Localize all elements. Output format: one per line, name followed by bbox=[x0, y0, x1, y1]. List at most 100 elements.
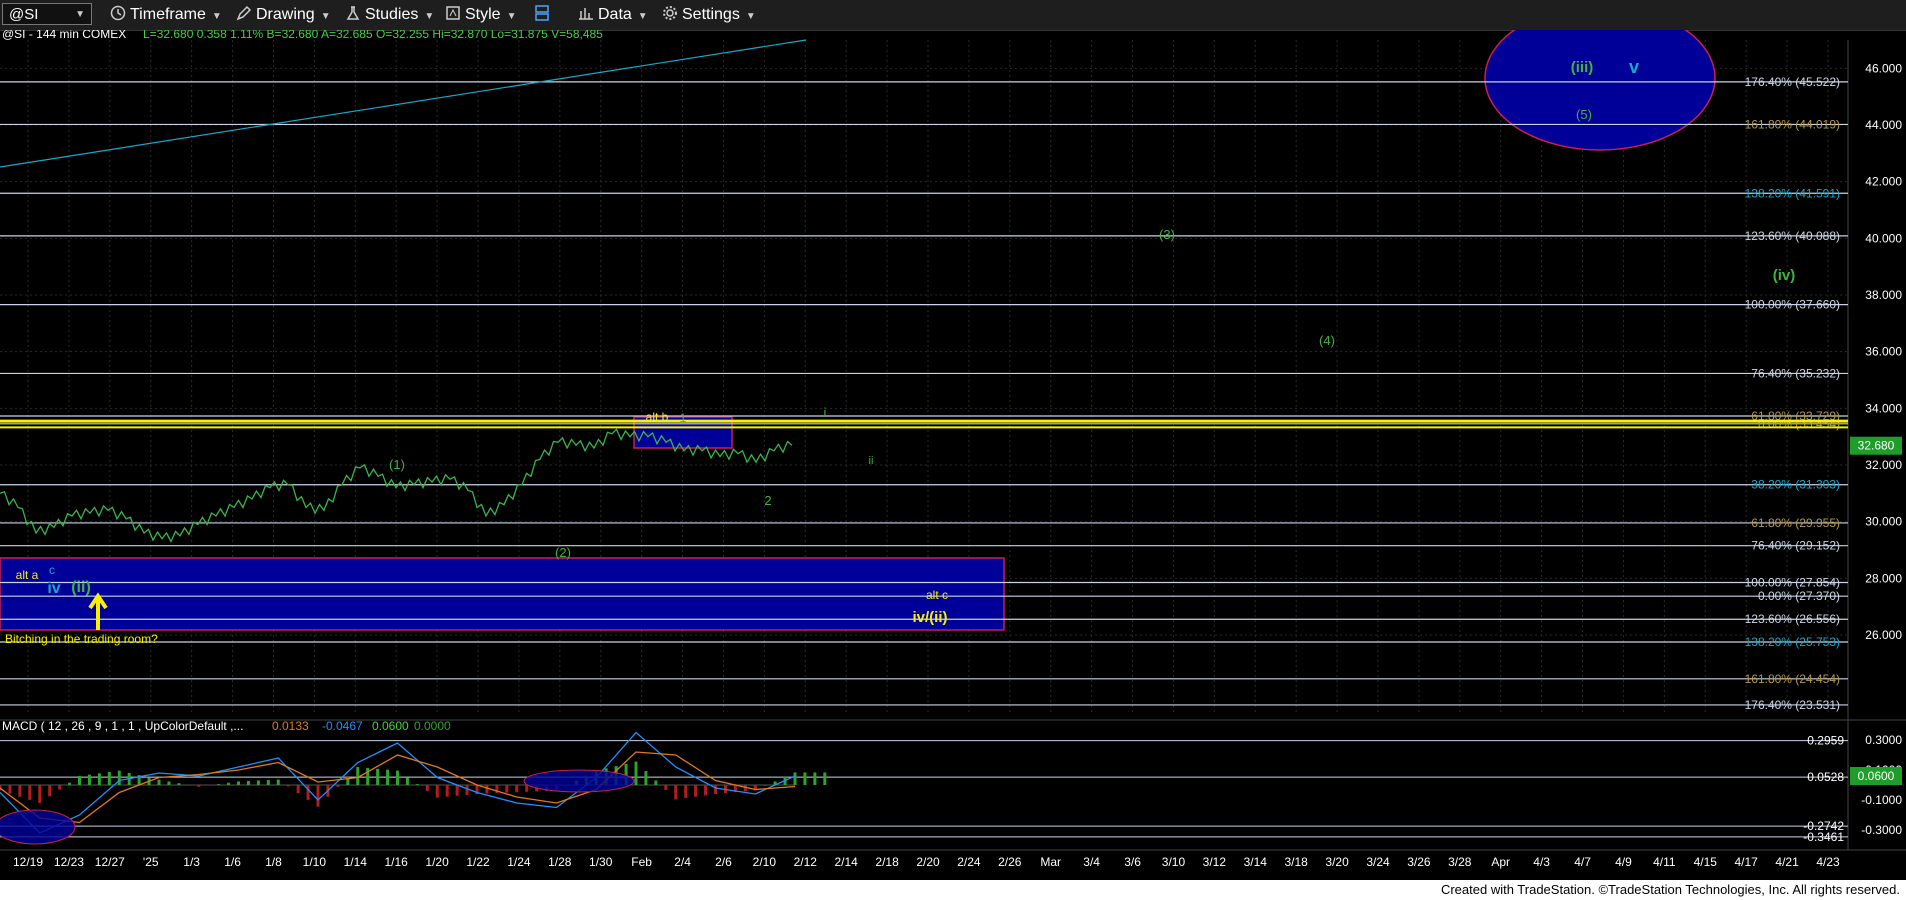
x-tick-label: 2/14 bbox=[835, 855, 859, 869]
data-menu[interactable]: Data ▼ bbox=[578, 4, 648, 26]
fib-level-label: 100.00% (27.854) bbox=[1745, 575, 1840, 589]
wave-label: (iv) bbox=[1773, 267, 1796, 284]
wave-label: (3) bbox=[1159, 227, 1175, 242]
x-tick-label: 1/20 bbox=[425, 855, 449, 869]
data-label: Data bbox=[598, 6, 632, 23]
macd-highlight-ellipse bbox=[0, 809, 76, 845]
copyright-text: Created with TradeStation. ©TradeStation… bbox=[1440, 882, 1900, 897]
drawing-menu[interactable]: Drawing ▼ bbox=[236, 4, 331, 26]
fib-level-label: 176.40% (23.531) bbox=[1745, 698, 1840, 712]
y-tick-label: 32.000 bbox=[1865, 458, 1902, 472]
macd-legend-value: 0.0600 bbox=[372, 719, 409, 733]
x-tick-label: 3/4 bbox=[1083, 855, 1100, 869]
symbol-input[interactable]: @SI ▼ bbox=[2, 3, 92, 25]
wave-label: (1) bbox=[389, 457, 405, 472]
y-tick-label: 28.000 bbox=[1865, 571, 1902, 585]
timeframe-menu[interactable]: Timeframe ▼ bbox=[110, 4, 222, 26]
chevron-down-icon: ▼ bbox=[506, 11, 517, 22]
macd-y-tick-label: -0.3000 bbox=[1861, 823, 1902, 837]
fib-level-label: 123.60% (26.556) bbox=[1745, 612, 1840, 626]
x-tick-label: Feb bbox=[631, 855, 652, 869]
fib-level-label: 123.60% (40.088) bbox=[1745, 229, 1840, 243]
macd-legend-value: 0.0133 bbox=[272, 719, 309, 733]
x-tick-label: 3/12 bbox=[1203, 855, 1227, 869]
symbol-text: @SI bbox=[9, 6, 39, 23]
wave-label: c bbox=[49, 563, 55, 577]
chevron-down-icon: ▼ bbox=[745, 11, 756, 22]
macd-legend-value: 0.0000 bbox=[414, 719, 451, 733]
y-tick-label: 42.000 bbox=[1865, 175, 1902, 189]
wave-label: 2 bbox=[764, 493, 771, 508]
x-tick-label: 1/14 bbox=[344, 855, 368, 869]
chevron-down-icon: ▼ bbox=[211, 11, 222, 22]
y-tick-label: 44.000 bbox=[1865, 118, 1902, 132]
wave-label: (2) bbox=[555, 545, 571, 560]
macd-last-value-label: 0.0600 bbox=[1858, 769, 1895, 783]
wave-label: iv/(ii) bbox=[912, 609, 947, 626]
wave-label: i bbox=[824, 405, 827, 420]
x-tick-label: 2/24 bbox=[957, 855, 981, 869]
style-menu[interactable]: Style ▼ bbox=[445, 4, 516, 26]
wave-label: v bbox=[1629, 57, 1639, 77]
fib-level-label: 100.00% (37.660) bbox=[1745, 298, 1840, 312]
x-tick-label: 3/18 bbox=[1285, 855, 1309, 869]
settings-label: Settings bbox=[682, 6, 740, 23]
x-tick-label: 2/4 bbox=[674, 855, 691, 869]
y-tick-label: 46.000 bbox=[1865, 61, 1902, 75]
wave-label: 1 bbox=[680, 411, 687, 425]
fib-level-label: 138.20% (41.591) bbox=[1745, 186, 1840, 200]
x-tick-label: 1/8 bbox=[265, 855, 282, 869]
layout-button[interactable] bbox=[534, 4, 554, 26]
x-tick-label: 4/21 bbox=[1775, 855, 1799, 869]
y-tick-label: 30.000 bbox=[1865, 515, 1902, 529]
x-tick-label: 12/23 bbox=[54, 855, 84, 869]
x-tick-label: 4/11 bbox=[1653, 855, 1676, 869]
studies-menu[interactable]: Studies ▼ bbox=[345, 4, 434, 26]
drawing-label: Drawing bbox=[256, 6, 315, 23]
y-tick-label: 34.000 bbox=[1865, 401, 1902, 415]
wave-label: alt b bbox=[646, 410, 669, 424]
x-tick-label: '25 bbox=[143, 855, 159, 869]
style-label: Style bbox=[465, 6, 501, 23]
x-tick-label: 1/16 bbox=[385, 855, 409, 869]
toolbar: @SI ▼ Timeframe ▼ Drawing ▼ Studies ▼ Style ▼… bbox=[0, 0, 1906, 31]
annotation-text: Bitching in the trading room? bbox=[5, 632, 158, 646]
wave-label: ii bbox=[869, 455, 874, 467]
macd-legend-value: -0.0467 bbox=[322, 719, 363, 733]
x-tick-label: 12/19 bbox=[13, 855, 43, 869]
y-tick-label: 26.000 bbox=[1865, 628, 1902, 642]
x-tick-label: 4/15 bbox=[1694, 855, 1718, 869]
x-tick-label: Apr bbox=[1491, 855, 1510, 869]
x-tick-label: 4/9 bbox=[1615, 855, 1632, 869]
chart-area[interactable]: 12/19 12/23 12/27 '25 1/3 1/6 1/8 1/10 1/14 1/16 1… bbox=[0, 30, 1906, 880]
timeframe-label: Timeframe bbox=[130, 6, 206, 23]
wave-label: (5) bbox=[1576, 107, 1592, 122]
macd-level-label: 0.0528 bbox=[1807, 770, 1844, 784]
x-tick-label: 3/10 bbox=[1162, 855, 1186, 869]
clock-icon bbox=[110, 5, 126, 21]
x-tick-label: 3/14 bbox=[1244, 855, 1268, 869]
x-tick-label: 2/6 bbox=[715, 855, 732, 869]
chevron-down-icon: ▼ bbox=[637, 11, 648, 22]
x-tick-label: 2/10 bbox=[753, 855, 777, 869]
fib-level-label: 61.80% (29.955) bbox=[1751, 516, 1840, 530]
settings-menu[interactable]: Settings ▼ bbox=[662, 4, 756, 26]
y-tick-label: 36.000 bbox=[1865, 345, 1902, 359]
flask-icon bbox=[346, 6, 360, 20]
wave-label: (ii) bbox=[71, 579, 91, 596]
wave-label: (iii) bbox=[1571, 59, 1594, 76]
x-tick-label: 1/22 bbox=[466, 855, 490, 869]
symbol-info: @SI - 144 min COMEX bbox=[2, 30, 126, 41]
macd-level-label: 0.2959 bbox=[1807, 734, 1844, 748]
x-tick-label: 2/26 bbox=[998, 855, 1022, 869]
x-tick-label: 3/28 bbox=[1448, 855, 1472, 869]
gear-icon bbox=[663, 6, 677, 20]
x-tick-label: 3/6 bbox=[1124, 855, 1141, 869]
fib-level-label: 138.20% (25.753) bbox=[1745, 635, 1840, 649]
trend-line bbox=[0, 39, 807, 168]
x-tick-label: 3/26 bbox=[1407, 855, 1431, 869]
fib-level-label: 0.00% (33.454) bbox=[1758, 417, 1840, 431]
symbol-dropdown-icon[interactable]: ▼ bbox=[75, 4, 85, 26]
chevron-down-icon: ▼ bbox=[424, 11, 435, 22]
x-tick-label: 3/20 bbox=[1325, 855, 1349, 869]
